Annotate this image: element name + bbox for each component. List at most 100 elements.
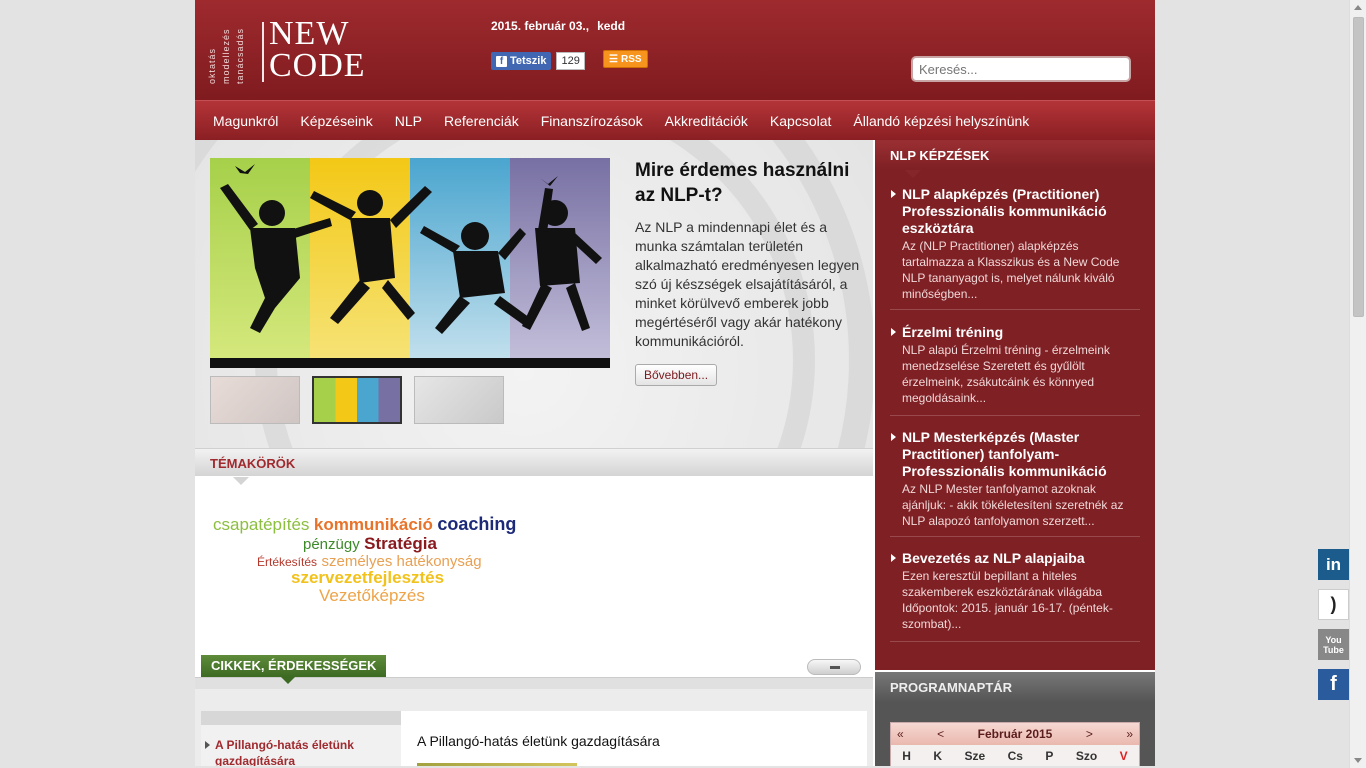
- logo-tagline-2: modellezés: [221, 28, 231, 84]
- nav-item-akkreditaciok[interactable]: Akkreditációk: [665, 113, 748, 129]
- youtube-icon[interactable]: You Tube: [1318, 629, 1349, 660]
- calendar-next-year[interactable]: »: [1126, 727, 1133, 741]
- logo-tagline-3: tanácsadás: [235, 27, 245, 84]
- tag-ertekesites[interactable]: Értékesítés: [257, 555, 317, 569]
- program-calendar-header: PROGRAMNAPTÁR: [875, 672, 1155, 710]
- nlp-trainings-panel: NLP KÉPZÉSEK NLP alapképzés (Practitione…: [875, 140, 1155, 670]
- main-nav: Magunkról Képzéseink NLP Referenciák Fin…: [195, 100, 1155, 140]
- article-list-item[interactable]: A Pillangó-hatás életünk gazdagítására: [205, 737, 395, 766]
- nlp-training-desc: Az (NLP Practitioner) alapképzés tartalm…: [902, 239, 1120, 301]
- scroll-up-arrow[interactable]: [1354, 5, 1362, 10]
- nlp-training-title[interactable]: NLP Mesterképzés (Master Practitioner) t…: [890, 429, 1140, 480]
- slide-thumbnail-3[interactable]: [414, 376, 504, 424]
- tag-szervezetfejlesztes[interactable]: szervezetfejlesztés: [291, 568, 444, 587]
- tag-vezetokepzes[interactable]: Vezetőképzés: [319, 586, 425, 605]
- facebook-page-icon[interactable]: f: [1318, 669, 1349, 700]
- nav-item-magunkrol[interactable]: Magunkról: [213, 113, 278, 129]
- facebook-like-widget: f Tetszik 129: [491, 51, 585, 71]
- youtube-label-2: Tube: [1323, 644, 1344, 655]
- jumping-people-silhouette: [210, 164, 610, 368]
- nlp-training-title[interactable]: NLP alapképzés (Practitioner) Professzio…: [890, 186, 1140, 237]
- calendar-month: Február 2015: [977, 727, 1053, 741]
- article-preview: A Pillangó-hatás életünk gazdagítására: [401, 711, 867, 766]
- weekday-label: Sze: [964, 749, 986, 763]
- logo-new-code[interactable]: NEW CODE: [269, 15, 366, 84]
- header-pointer: [281, 677, 295, 684]
- calendar-weekdays: H K Sze Cs P Szo V: [891, 745, 1139, 763]
- calendar-next-month[interactable]: >: [1086, 727, 1093, 741]
- nav-item-nlp[interactable]: NLP: [395, 113, 422, 129]
- calendar-prev-year[interactable]: «: [897, 727, 904, 741]
- articles-bar: [195, 677, 873, 689]
- calendar-toolbar: « < Február 2015 > »: [891, 723, 1139, 745]
- linkedin-icon[interactable]: in: [1318, 549, 1349, 580]
- scrollbar-thumb[interactable]: [1353, 17, 1364, 317]
- facebook-like-button[interactable]: f Tetszik: [491, 52, 552, 70]
- nlp-training-item: NLP alapképzés (Practitioner) Professzio…: [890, 186, 1140, 310]
- nlp-training-item: Bevezetés az NLP alapjaiba Ezen keresztü…: [890, 550, 1140, 642]
- topics-header: TÉMAKÖRÖK: [195, 448, 873, 485]
- tag-coaching[interactable]: coaching: [437, 514, 516, 534]
- topics-header-label: TÉMAKÖRÖK: [210, 456, 296, 471]
- rss-icon: ☰: [609, 53, 618, 65]
- tag-kommunikacio[interactable]: kommunikáció: [314, 515, 433, 534]
- article-title[interactable]: A Pillangó-hatás életünk gazdagítására: [417, 733, 660, 749]
- nlp-training-desc: Az NLP Mester tanfolyamot azoknak ajánlj…: [902, 482, 1124, 528]
- facebook-like-label: Tetszik: [510, 55, 547, 67]
- read-more-button[interactable]: Bővebben...: [635, 364, 718, 386]
- calendar-prev-month[interactable]: <: [937, 727, 944, 741]
- nav-item-kapcsolat[interactable]: Kapcsolat: [770, 113, 831, 129]
- logo-tagline-1: oktatás: [207, 47, 217, 84]
- rss-button[interactable]: ☰ RSS: [603, 50, 648, 68]
- nlp-training-title[interactable]: Érzelmi tréning: [890, 324, 1140, 341]
- nlp-training-desc: NLP alapú Érzelmi tréning - érzelmeink m…: [902, 343, 1110, 405]
- articles-header: CIKKEK, ÉRDEKESSÉGEK: [201, 655, 387, 684]
- search-input[interactable]: [911, 56, 1131, 82]
- youtube-label-1: You: [1325, 634, 1342, 645]
- nlp-trainings-header-label: NLP KÉPZÉSEK: [890, 148, 990, 163]
- scroll-down-arrow[interactable]: [1354, 758, 1362, 763]
- nav-item-kepzeseink[interactable]: Képzéseink: [300, 113, 372, 129]
- weekday-label: K: [933, 749, 943, 763]
- weekday-label: H: [902, 749, 911, 763]
- tag-csapatepites[interactable]: csapatépítés: [213, 515, 309, 534]
- slide-text: Az NLP a mindennapi élet és a munka szám…: [635, 219, 860, 349]
- slide-thumbnail-1[interactable]: [210, 376, 300, 424]
- logo-word-new: NEW: [269, 15, 350, 52]
- calendar-widget: « < Február 2015 > » H K Sze Cs P Szo V: [890, 722, 1140, 766]
- facebook-like-count: 129: [556, 52, 585, 70]
- tag-cloud: csapatépítés kommunikáció coaching pénzü…: [195, 476, 873, 656]
- articles-list: A Pillangó-hatás életünk gazdagítására: [201, 711, 401, 766]
- slide-image[interactable]: [210, 158, 610, 368]
- page-background-left: [0, 0, 193, 768]
- nlp-trainings-header: NLP KÉPZÉSEK: [875, 140, 1155, 178]
- nlp-training-item: Érzelmi tréning NLP alapú Érzelmi trénin…: [890, 324, 1140, 416]
- weekday-label: Cs: [1007, 749, 1023, 763]
- slide-title[interactable]: Mire érdemes használni az NLP-t?: [635, 158, 865, 208]
- page-container: oktatás modellezés tanácsadás NEW CODE 2…: [193, 0, 1157, 768]
- site-header: oktatás modellezés tanácsadás NEW CODE 2…: [195, 0, 1155, 100]
- weekday-label: V: [1119, 749, 1128, 763]
- tag-penzugy[interactable]: pénzügy: [303, 536, 360, 553]
- nlp-training-title[interactable]: Bevezetés az NLP alapjaiba: [890, 550, 1140, 567]
- current-date: 2015. február 03., kedd: [491, 19, 625, 33]
- nav-item-referenciak[interactable]: Referenciák: [444, 113, 519, 129]
- vertical-scrollbar[interactable]: [1349, 0, 1366, 768]
- program-calendar: « < Február 2015 > » H K Sze Cs P Szo V: [875, 702, 1155, 766]
- date-text: 2015. február 03.,: [491, 19, 590, 33]
- tag-strategia[interactable]: Stratégia: [364, 534, 437, 553]
- logo-tagline[interactable]: oktatás modellezés tanácsadás: [207, 16, 261, 84]
- rss-feed-icon[interactable]: ): [1318, 589, 1349, 620]
- nav-item-helyszin[interactable]: Állandó képzési helyszínünk: [853, 113, 1029, 129]
- logo-divider: [262, 22, 264, 82]
- slide-thumbnail-2[interactable]: [312, 376, 402, 424]
- logo-word-code: CODE: [269, 47, 366, 84]
- nlp-training-item: NLP Mesterképzés (Master Practitioner) t…: [890, 429, 1140, 537]
- weekday-text: kedd: [597, 19, 626, 33]
- program-calendar-label: PROGRAMNAPTÁR: [890, 680, 1013, 695]
- facebook-icon: f: [496, 55, 507, 67]
- article-image[interactable]: [417, 763, 577, 766]
- rss-label: RSS: [620, 53, 642, 65]
- nav-item-finanszirozasok[interactable]: Finanszírozások: [541, 113, 643, 129]
- collapse-button[interactable]: [807, 659, 861, 675]
